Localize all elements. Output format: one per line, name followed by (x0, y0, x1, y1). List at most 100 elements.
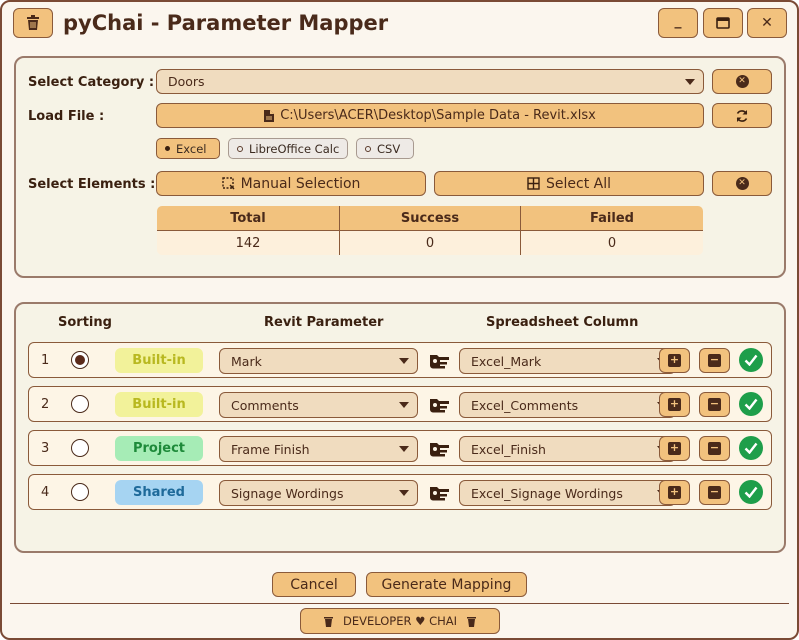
mapping-row: 2 Built-in Comments Excel_Comments + − (28, 386, 772, 422)
spreadsheet-column-dropdown[interactable]: Excel_Comments (459, 392, 676, 418)
revit-parameter-value: Signage Wordings (231, 485, 344, 501)
clear-selection-button[interactable]: ✕ (712, 171, 772, 196)
revit-parameter-dropdown[interactable]: Signage Wordings (219, 480, 418, 506)
format-option-csv[interactable]: CSV (356, 138, 414, 159)
add-row-button[interactable]: + (659, 392, 690, 417)
format-label: CSV (377, 141, 401, 156)
minus-icon: − (708, 485, 721, 499)
spreadsheet-column-value: Excel_Signage Wordings (471, 485, 623, 501)
category-dropdown[interactable]: Doors (156, 69, 704, 94)
add-row-button[interactable]: + (659, 480, 690, 505)
file-path: C:\Users\ACER\Desktop\Sample Data - Revi… (280, 108, 596, 123)
sorting-radio[interactable] (71, 483, 89, 501)
radio-dot-icon (365, 145, 371, 152)
maximize-button[interactable] (703, 8, 743, 38)
header-sorting: Sorting (58, 315, 112, 330)
revit-parameter-dropdown[interactable]: Mark (219, 348, 418, 374)
select-all-label: Select All (546, 175, 611, 192)
stats-value-failed: 0 (520, 230, 703, 255)
pointing-hand-icon (430, 399, 449, 413)
selection-box-icon (221, 177, 235, 190)
header-revit-parameter: Revit Parameter (264, 315, 384, 330)
close-circle-icon: ✕ (735, 177, 749, 190)
cup-icon (467, 616, 477, 627)
spreadsheet-column-dropdown[interactable]: Excel_Mark (459, 348, 676, 374)
manual-selection-label: Manual Selection (240, 175, 361, 192)
category-value: Doors (168, 74, 205, 89)
radio-dot-icon (237, 145, 243, 152)
sorting-radio[interactable] (71, 351, 89, 369)
app-title: pyChai - Parameter Mapper (63, 11, 389, 35)
cancel-label: Cancel (290, 576, 338, 593)
mapping-panel (14, 302, 786, 553)
sorting-radio[interactable] (71, 395, 89, 413)
spreadsheet-column-value: Excel_Finish (471, 441, 546, 457)
app-logo-button[interactable] (13, 8, 53, 38)
row-index: 4 (41, 485, 50, 500)
stats-header-success: Success (339, 206, 521, 231)
mapping-row: 3 Project Frame Finish Excel_Finish + − (28, 430, 772, 466)
remove-row-button[interactable]: − (699, 480, 730, 505)
remove-row-button[interactable]: − (699, 436, 730, 461)
cup-icon (323, 616, 333, 627)
minus-icon: − (708, 353, 721, 367)
chevron-down-icon (399, 358, 409, 364)
format-option-libreoffice[interactable]: LibreOffice Calc (228, 138, 348, 159)
trash-cup-icon (27, 15, 39, 30)
minimize-icon: _ (674, 13, 682, 29)
plus-icon: + (668, 485, 681, 499)
parameter-type-badge: Built-in (115, 348, 203, 373)
maximize-icon (716, 17, 730, 29)
clear-category-button[interactable]: ✕ (712, 69, 772, 94)
generate-label: Generate Mapping (381, 576, 512, 593)
manual-selection-button[interactable]: Manual Selection (156, 171, 426, 196)
footer-label: DEVELOPER ♥ CHAI (342, 614, 458, 628)
check-icon (739, 480, 763, 504)
pointing-hand-icon (430, 355, 449, 369)
revit-parameter-dropdown[interactable]: Frame Finish (219, 436, 418, 462)
minimize-button[interactable]: _ (658, 8, 698, 38)
file-icon (264, 109, 275, 122)
add-row-button[interactable]: + (659, 436, 690, 461)
add-row-button[interactable]: + (659, 348, 690, 373)
stats-header-total: Total (157, 206, 340, 231)
stats-value-total: 142 (157, 230, 340, 255)
remove-row-button[interactable]: − (699, 392, 730, 417)
row-index: 1 (41, 353, 50, 368)
generate-mapping-button[interactable]: Generate Mapping (366, 572, 527, 597)
check-icon (739, 392, 763, 416)
row-index: 3 (41, 441, 50, 456)
parameter-type-badge: Shared (115, 480, 203, 505)
spreadsheet-column-dropdown[interactable]: Excel_Signage Wordings (459, 480, 676, 506)
close-button[interactable]: ✕ (747, 8, 787, 38)
reload-file-button[interactable] (712, 103, 772, 128)
cancel-button[interactable]: Cancel (272, 572, 356, 597)
close-icon: ✕ (761, 15, 773, 31)
plus-icon: + (668, 353, 681, 367)
radio-dot-icon (165, 146, 170, 151)
format-option-excel[interactable]: Excel (156, 138, 220, 159)
parameter-type-badge: Built-in (115, 392, 203, 417)
refresh-icon (736, 109, 748, 122)
select-elements-label: Select Elements : (28, 177, 156, 192)
select-all-button[interactable]: Select All (434, 171, 704, 196)
format-label: Excel (176, 141, 207, 156)
developer-chai-button[interactable]: DEVELOPER ♥ CHAI (300, 608, 500, 634)
revit-parameter-dropdown[interactable]: Comments (219, 392, 418, 418)
spreadsheet-column-value: Excel_Comments (471, 397, 579, 413)
chevron-down-icon (399, 490, 409, 496)
header-spreadsheet-column: Spreadsheet Column (486, 315, 639, 330)
sorting-radio[interactable] (71, 439, 89, 457)
select-category-label: Select Category : (28, 75, 155, 90)
minus-icon: − (708, 397, 721, 411)
footer-divider (10, 603, 789, 604)
chevron-down-icon (399, 402, 409, 408)
plus-icon: + (668, 397, 681, 411)
stats-value-success: 0 (339, 230, 521, 255)
load-file-button[interactable]: C:\Users\ACER\Desktop\Sample Data - Revi… (156, 103, 704, 128)
revit-parameter-value: Frame Finish (231, 441, 310, 457)
spreadsheet-column-dropdown[interactable]: Excel_Finish (459, 436, 676, 462)
row-index: 2 (41, 397, 50, 412)
remove-row-button[interactable]: − (699, 348, 730, 373)
plus-icon: + (668, 441, 681, 455)
